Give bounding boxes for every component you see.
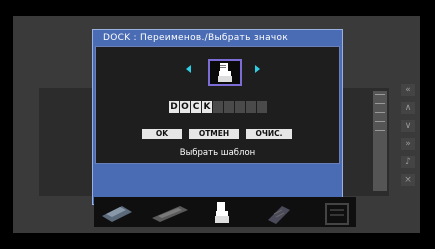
double-up-icon: « [401, 84, 415, 96]
up-icon: ∧ [401, 102, 415, 114]
name-char[interactable] [224, 101, 234, 113]
close-icon: × [401, 174, 415, 186]
document-icon[interactable] [322, 202, 352, 226]
name-char[interactable] [213, 101, 223, 113]
icon-tray [94, 197, 356, 227]
dialog-title: DOCK : Переименов./Выбрать значок [103, 33, 289, 43]
name-char[interactable] [257, 101, 267, 113]
background-side-controls: « ∧ ∨ » ♪ × [398, 84, 418, 196]
select-template-link[interactable]: Выбрать шаблон [96, 148, 339, 158]
down-icon: ∨ [401, 120, 415, 132]
name-char[interactable]: D [169, 101, 179, 113]
music-icon: ♪ [401, 156, 415, 168]
tank-icon[interactable] [100, 202, 134, 224]
name-field[interactable]: D O C K [169, 101, 267, 113]
cancel-button[interactable]: ОТМЕН [189, 129, 239, 139]
background-list-strip [373, 91, 387, 191]
prev-icon-arrow[interactable] [186, 65, 191, 73]
double-down-icon: » [401, 138, 415, 150]
dock-icon [218, 63, 232, 82]
dialog-body: D O C K OK ОТМЕН ОЧИС. Выбрать шаблон [95, 46, 340, 164]
dialog-buttons: OK ОТМЕН ОЧИС. [142, 129, 292, 139]
name-char[interactable]: O [180, 101, 190, 113]
clear-button[interactable]: ОЧИС. [246, 129, 292, 139]
dock-icon[interactable] [214, 202, 230, 224]
name-char[interactable]: C [191, 101, 201, 113]
rename-icon-dialog: DOCK : Переименов./Выбрать значок D O C … [92, 29, 343, 205]
name-char[interactable] [235, 101, 245, 113]
name-char[interactable] [246, 101, 256, 113]
keyboard-icon[interactable] [150, 202, 190, 224]
selected-icon-frame[interactable] [208, 59, 242, 86]
next-icon-arrow[interactable] [255, 65, 260, 73]
hand-icon[interactable] [264, 202, 294, 224]
ok-button[interactable]: OK [142, 129, 182, 139]
name-char[interactable]: K [202, 101, 212, 113]
